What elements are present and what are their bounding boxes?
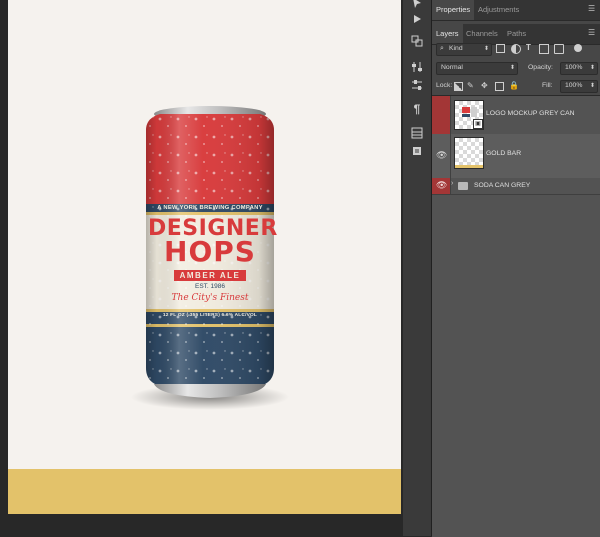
filter-toggle-icon[interactable] <box>574 44 582 52</box>
document-canvas[interactable]: A NEW YORK BREWING COMPANY DESIGNER HOPS… <box>8 0 401 514</box>
move-lock-icon[interactable]: ✥ <box>481 81 488 90</box>
properties-tabs: Properties Adjustments ☰ <box>432 0 600 21</box>
grid-icon[interactable] <box>407 126 427 144</box>
gold-bar <box>8 469 401 514</box>
adjustment-filter-icon[interactable] <box>511 44 521 54</box>
visibility-cell[interactable]: 👁 <box>432 178 451 194</box>
panel-menu-icon[interactable]: ☰ <box>588 5 596 13</box>
layer-thumbnail: ▣ <box>454 100 484 130</box>
canvas-area[interactable]: A NEW YORK BREWING COMPANY DESIGNER HOPS… <box>0 0 403 536</box>
chevron-down-icon: ⬍ <box>589 83 595 89</box>
smart-object-badge-icon: ▣ <box>473 119 483 129</box>
blend-mode-value: Normal <box>441 64 463 71</box>
transform-icon[interactable] <box>407 34 427 52</box>
tab-channels[interactable]: Channels <box>462 24 502 44</box>
soda-can: A NEW YORK BREWING COMPANY DESIGNER HOPS… <box>120 96 300 416</box>
eye-icon[interactable]: 👁 <box>436 150 447 161</box>
chevron-down-icon: ⬍ <box>483 46 489 52</box>
smart-object-filter-icon[interactable] <box>554 44 564 54</box>
can-bottom-line: 12 FL OZ (.355 LITERS) 6.6% ALC/VOL <box>162 313 258 318</box>
blend-mode-select[interactable]: Normal ⬍ <box>436 62 518 75</box>
can-brand-line2: HOPS <box>164 235 256 268</box>
tool-strip: ¶ <box>403 0 432 536</box>
brush-icon[interactable]: ✎ <box>467 81 474 90</box>
opacity-value: 100% <box>565 64 583 71</box>
opacity-label: Opacity: <box>528 64 553 71</box>
shape-filter-icon[interactable] <box>539 44 549 54</box>
lock-icons: ✎ ✥ 🔒 <box>454 81 534 93</box>
lock-all-icon[interactable]: 🔒 <box>509 81 519 90</box>
adjust-icon[interactable] <box>407 78 427 96</box>
fill-label: Fill: <box>542 82 553 89</box>
tab-layers[interactable]: Layers <box>432 24 463 44</box>
layer-thumbnail <box>454 137 484 169</box>
artboard-lock-icon[interactable] <box>495 82 504 91</box>
fill-input[interactable]: 100% ⬍ <box>560 80 598 93</box>
visibility-off-cell[interactable] <box>432 96 451 134</box>
lock-transparency-icon[interactable] <box>454 82 463 91</box>
chevron-down-icon: ⬍ <box>509 65 515 71</box>
layer-name: GOLD BAR <box>486 150 522 157</box>
can-style: AMBER ALE <box>174 270 246 281</box>
right-panel: Properties Adjustments ☰ Layers Channels… <box>432 0 600 537</box>
layer-group-row[interactable]: 👁 › SODA CAN GREY <box>432 178 600 195</box>
layers-list: ▣ LOGO MOCKUP GREY CAN 👁 GOLD BAR 👁 › SO… <box>432 95 600 537</box>
layer-row[interactable]: ▣ LOGO MOCKUP GREY CAN <box>432 96 600 135</box>
folder-icon <box>458 182 468 190</box>
can-est: EST. 1986 <box>195 283 225 290</box>
layer-row[interactable]: 👁 GOLD BAR <box>432 134 600 179</box>
can-top-line: A NEW YORK BREWING COMPANY <box>157 205 263 211</box>
filter-icons: T <box>496 43 600 55</box>
opacity-input[interactable]: 100% ⬍ <box>560 62 598 75</box>
type-filter-icon[interactable]: T <box>526 43 531 52</box>
chevron-right-icon[interactable]: › <box>451 180 453 187</box>
can-tagline: The City's Finest <box>171 293 249 303</box>
layer-name: LOGO MOCKUP GREY CAN <box>486 110 575 117</box>
can-bottom-base <box>154 384 266 398</box>
lock-label: Lock: <box>436 82 453 89</box>
filter-kind-label: Kind <box>449 45 463 52</box>
tab-paths[interactable]: Paths <box>503 24 530 44</box>
play-icon[interactable] <box>407 12 427 30</box>
image-filter-icon[interactable] <box>496 44 505 53</box>
tab-adjustments[interactable]: Adjustments <box>474 0 523 20</box>
visibility-cell[interactable]: 👁 <box>432 134 451 178</box>
adjust-icon[interactable] <box>407 60 427 78</box>
layers-mini-icon[interactable] <box>407 144 427 162</box>
filter-kind-select[interactable]: ⌕ Kind ⬍ <box>436 43 492 56</box>
eye-icon[interactable]: 👁 <box>436 180 447 191</box>
paragraph-icon[interactable]: ¶ <box>407 100 427 118</box>
tab-properties[interactable]: Properties <box>432 0 475 20</box>
layer-name: SODA CAN GREY <box>474 182 531 189</box>
chevron-down-icon: ⬍ <box>589 65 595 71</box>
search-icon: ⌕ <box>440 45 444 52</box>
panel-menu-icon[interactable]: ☰ <box>588 29 596 37</box>
fill-value: 100% <box>565 82 583 89</box>
layers-tabs: Layers Channels Paths ☰ <box>432 24 600 45</box>
